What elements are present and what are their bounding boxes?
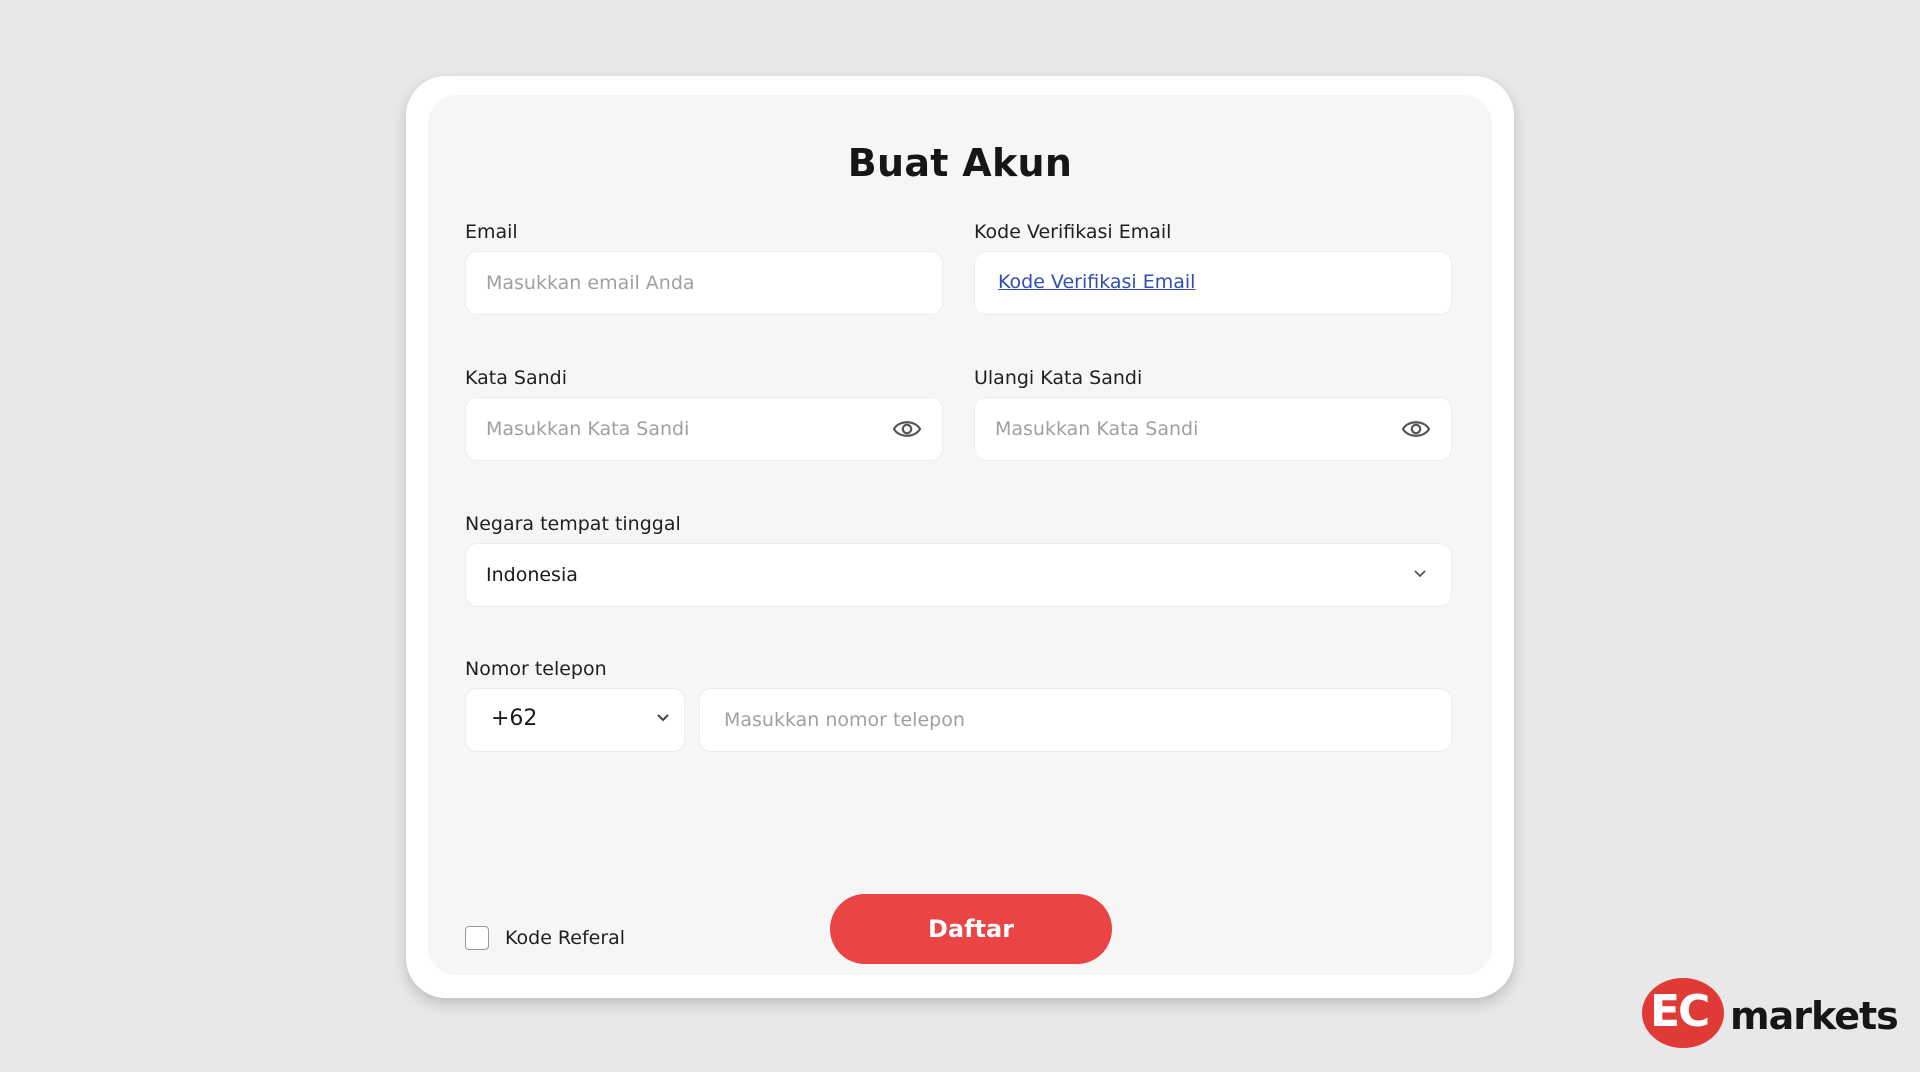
- registration-card: Buat Akun Email Kode Verifikasi Email Ko…: [406, 76, 1514, 998]
- confirm-password-field-container: [974, 397, 1452, 461]
- email-label: Email: [465, 221, 518, 243]
- country-selected-value: Indonesia: [486, 564, 578, 586]
- chevron-down-icon: [657, 714, 669, 722]
- register-button[interactable]: Daftar: [830, 894, 1112, 964]
- eye-icon[interactable]: [1401, 418, 1431, 440]
- referral-checkbox-label[interactable]: Kode Referal: [505, 927, 625, 949]
- eye-icon[interactable]: [892, 418, 922, 440]
- verification-code-label: Kode Verifikasi Email: [974, 221, 1172, 243]
- verification-code-container: Kode Verifikasi Email: [974, 251, 1452, 315]
- brand-logo: EC markets: [1642, 978, 1899, 1048]
- confirm-password-label: Ulangi Kata Sandi: [974, 367, 1143, 389]
- country-code-select[interactable]: +62: [465, 688, 685, 752]
- referral-checkbox[interactable]: [465, 926, 489, 950]
- logo-mark-text: EC: [1650, 986, 1710, 1037]
- password-field-container: [465, 397, 943, 461]
- chevron-down-icon: [1414, 570, 1426, 578]
- password-label: Kata Sandi: [465, 367, 567, 389]
- country-label: Negara tempat tinggal: [465, 513, 681, 535]
- phone-label: Nomor telepon: [465, 658, 607, 680]
- registration-form: Buat Akun Email Kode Verifikasi Email Ko…: [428, 95, 1492, 975]
- email-field[interactable]: [486, 252, 916, 314]
- logo-mark: EC: [1642, 978, 1724, 1048]
- country-code-value: +62: [491, 706, 538, 731]
- phone-field-container: [699, 688, 1452, 752]
- page-title: Buat Akun: [847, 141, 1073, 185]
- verification-code-link[interactable]: Kode Verifikasi Email: [998, 271, 1195, 293]
- country-select[interactable]: Indonesia: [465, 543, 1452, 607]
- logo-text: markets: [1730, 994, 1899, 1038]
- password-field[interactable]: [486, 398, 866, 460]
- confirm-password-field[interactable]: [995, 398, 1375, 460]
- email-field-container: [465, 251, 943, 315]
- phone-number-field[interactable]: [724, 689, 1424, 751]
